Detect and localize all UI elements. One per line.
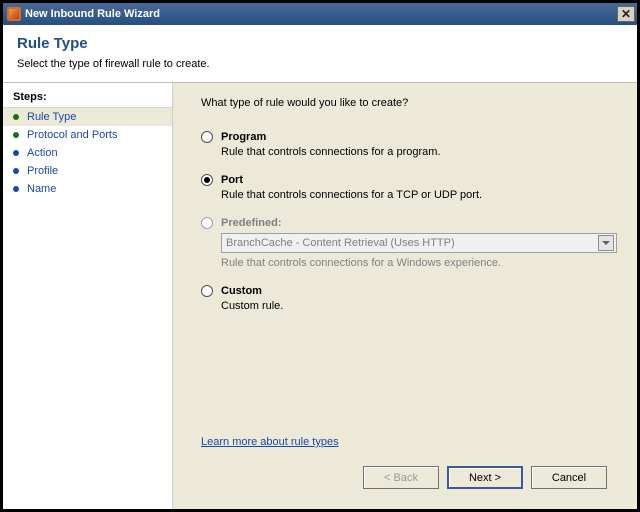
step-label: Rule Type bbox=[27, 111, 76, 123]
radio-predefined[interactable] bbox=[201, 217, 213, 229]
option-head: Program bbox=[201, 131, 619, 143]
step-name[interactable]: Name bbox=[3, 180, 172, 198]
option-desc: Rule that controls connections for a TCP… bbox=[221, 189, 619, 201]
dropdown-value: BranchCache - Content Retrieval (Uses HT… bbox=[226, 237, 598, 249]
step-label: Protocol and Ports bbox=[27, 129, 118, 141]
bullet-icon bbox=[13, 186, 19, 192]
next-button[interactable]: Next > bbox=[447, 466, 523, 489]
option-head: Predefined: bbox=[201, 217, 619, 229]
predefined-dropdown: BranchCache - Content Retrieval (Uses HT… bbox=[221, 233, 617, 253]
page-title: Rule Type bbox=[17, 35, 623, 52]
dropdown-button bbox=[598, 235, 614, 251]
option-port: Port Rule that controls connections for … bbox=[201, 174, 619, 201]
option-head: Custom bbox=[201, 285, 619, 297]
wizard-window: New Inbound Rule Wizard ✕ Rule Type Sele… bbox=[2, 2, 638, 510]
step-label: Name bbox=[27, 183, 56, 195]
option-desc: Rule that controls connections for a pro… bbox=[221, 146, 619, 158]
firewall-icon bbox=[7, 7, 21, 21]
cancel-button[interactable]: Cancel bbox=[531, 466, 607, 489]
bullet-icon bbox=[13, 150, 19, 156]
option-custom: Custom Custom rule. bbox=[201, 285, 619, 312]
option-predefined: Predefined: BranchCache - Content Retrie… bbox=[201, 217, 619, 269]
step-protocol-and-ports[interactable]: Protocol and Ports bbox=[3, 126, 172, 144]
prompt-text: What type of rule would you like to crea… bbox=[201, 97, 619, 109]
bullet-icon bbox=[13, 168, 19, 174]
steps-pane: Steps: Rule Type Protocol and Ports Acti… bbox=[3, 83, 173, 509]
option-head: Port bbox=[201, 174, 619, 186]
bullet-icon bbox=[13, 132, 19, 138]
back-button: < Back bbox=[363, 466, 439, 489]
step-action[interactable]: Action bbox=[3, 144, 172, 162]
window-title: New Inbound Rule Wizard bbox=[25, 8, 617, 20]
header-panel: Rule Type Select the type of firewall ru… bbox=[3, 25, 637, 83]
steps-heading: Steps: bbox=[3, 89, 172, 108]
close-button[interactable]: ✕ bbox=[617, 6, 635, 22]
option-desc: Rule that controls connections for a Win… bbox=[221, 257, 619, 269]
radio-program[interactable] bbox=[201, 131, 213, 143]
radio-custom[interactable] bbox=[201, 285, 213, 297]
close-icon: ✕ bbox=[621, 7, 631, 21]
bullet-icon bbox=[13, 114, 19, 120]
step-label: Profile bbox=[27, 165, 58, 177]
button-row: < Back Next > Cancel bbox=[201, 458, 619, 499]
body: Steps: Rule Type Protocol and Ports Acti… bbox=[3, 83, 637, 509]
step-rule-type[interactable]: Rule Type bbox=[3, 108, 172, 126]
option-label[interactable]: Program bbox=[221, 131, 266, 143]
option-program: Program Rule that controls connections f… bbox=[201, 131, 619, 158]
option-label[interactable]: Port bbox=[221, 174, 243, 186]
titlebar: New Inbound Rule Wizard ✕ bbox=[3, 3, 637, 25]
step-label: Action bbox=[27, 147, 58, 159]
step-profile[interactable]: Profile bbox=[3, 162, 172, 180]
chevron-down-icon bbox=[602, 241, 610, 245]
radio-port[interactable] bbox=[201, 174, 213, 186]
option-label[interactable]: Predefined: bbox=[221, 217, 282, 229]
learn-more-link[interactable]: Learn more about rule types bbox=[201, 436, 619, 448]
page-subtitle: Select the type of firewall rule to crea… bbox=[17, 58, 623, 70]
content-pane: What type of rule would you like to crea… bbox=[173, 83, 637, 509]
option-desc: Custom rule. bbox=[221, 300, 619, 312]
options-group: Program Rule that controls connections f… bbox=[201, 131, 619, 428]
option-label[interactable]: Custom bbox=[221, 285, 262, 297]
